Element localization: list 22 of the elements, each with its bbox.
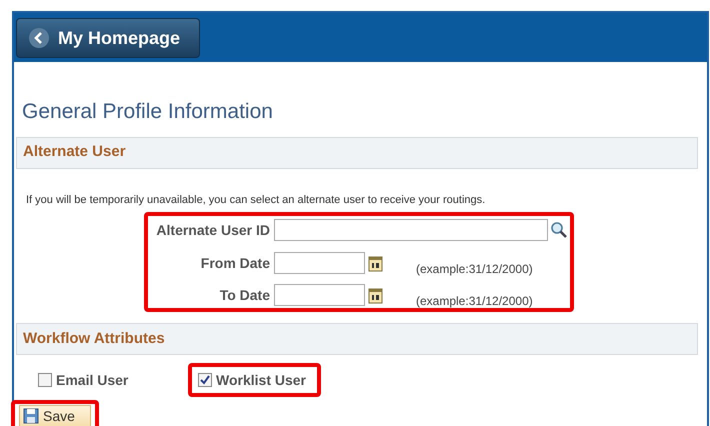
checkbox-label[interactable]: Worklist User [216, 370, 306, 390]
section-header: Alternate User [16, 136, 698, 168]
date-field[interactable] [274, 252, 365, 274]
field-label: To Date [218, 286, 271, 304]
search-icon[interactable] [550, 221, 568, 239]
field-label: Alternate User ID [155, 220, 271, 240]
user-id-field[interactable] [274, 219, 548, 241]
checkbox-label[interactable]: Email User [56, 370, 128, 390]
checkbox[interactable] [198, 373, 212, 387]
date-format-hint: (example:31/12/2000) [416, 261, 533, 278]
page-title: General Profile Information [22, 99, 274, 125]
save-button[interactable]: Save [19, 405, 91, 426]
calendar-icon[interactable] [368, 286, 383, 304]
section-header: Workflow Attributes [16, 323, 698, 355]
back-icon [29, 28, 49, 48]
checkbox[interactable] [38, 373, 52, 387]
date-field[interactable] [274, 284, 365, 306]
back-button[interactable]: My Homepage [16, 18, 200, 58]
calendar-icon[interactable] [368, 254, 383, 272]
field-label: From Date [200, 254, 271, 272]
instruction-text: If you will be temporarily unavailable, you can select an alternate user to receive your routings. [26, 192, 486, 208]
date-format-hint: (example:31/12/2000) [416, 293, 533, 310]
